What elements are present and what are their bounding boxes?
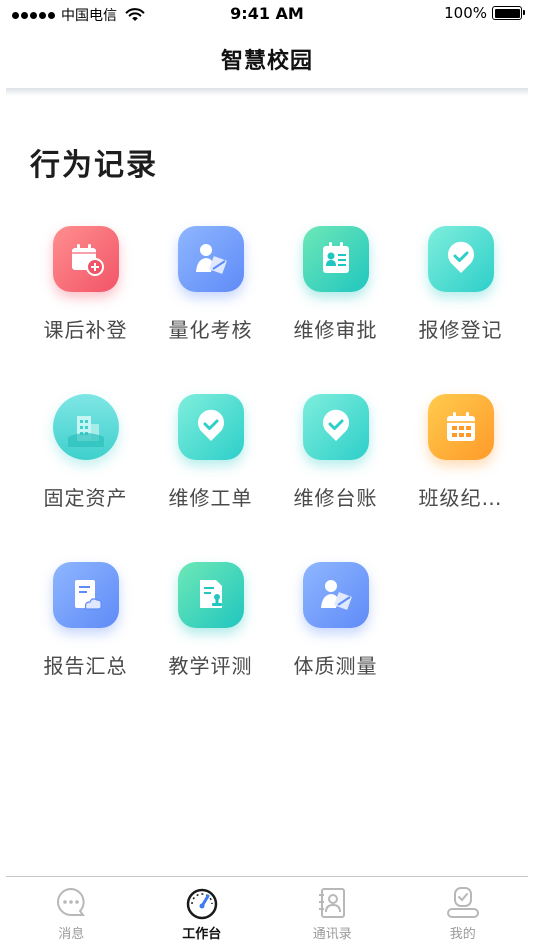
status-right: 100% (444, 4, 525, 22)
page-title: 智慧校园 (220, 49, 313, 74)
tab-workbench[interactable]: 工作台 (137, 877, 268, 950)
person-sign-icon (177, 226, 244, 292)
app-item-report-summary[interactable]: 报告汇总 (23, 558, 148, 693)
tab-label: 通讯录 (312, 927, 352, 942)
chat-bubble-icon (57, 887, 86, 916)
tab-label: 我的 (449, 927, 476, 942)
app-item-repair-approval[interactable]: 维修审批 (273, 222, 398, 357)
app-item-physical-measurement[interactable]: 体质测量 (273, 558, 398, 693)
app-item-label: 课后补登 (43, 318, 128, 342)
app-item-teaching-evaluation[interactable]: 教学评测 (148, 558, 273, 693)
app-item-repair-registration[interactable]: 报修登记 (398, 222, 523, 357)
app-item-label: 量化考核 (168, 318, 253, 342)
app-item-label: 报告汇总 (43, 654, 128, 678)
app-item-label: 教学评测 (168, 654, 253, 678)
calendar-add-icon (52, 226, 119, 292)
app-item-quantitative-assessment[interactable]: 量化考核 (148, 222, 273, 357)
location-check-icon (427, 226, 494, 292)
tab-messages[interactable]: 消息 (6, 877, 137, 950)
app-grid: 课后补登 量化考核 维修审批 报修登记 固定资产 维修工单 维修台账 班级纪… … (0, 222, 534, 693)
app-item-makeup-registration[interactable]: 课后补登 (23, 222, 148, 357)
app-item-fixed-assets[interactable]: 固定资产 (23, 390, 148, 525)
contacts-icon (319, 888, 346, 918)
person-sign-icon (302, 562, 369, 628)
speedometer-icon (186, 888, 217, 920)
app-item-label: 维修审批 (293, 318, 378, 342)
app-item-label: 班级纪… (418, 486, 503, 510)
app-item-label: 维修台账 (293, 486, 378, 510)
document-cloud-icon (52, 562, 119, 628)
user-icon (446, 887, 479, 918)
tab-contacts[interactable]: 通讯录 (267, 877, 398, 950)
app-item-label: 报修登记 (418, 318, 503, 342)
location-check-icon (177, 394, 244, 460)
app-item-label: 固定资产 (43, 486, 128, 510)
tab-mine[interactable]: 我的 (398, 877, 529, 950)
bottom-tab-bar: 消息 工作台 通讯录 我的 (6, 876, 528, 950)
navigation-bar: 智慧校园 (0, 28, 534, 90)
id-card-icon (302, 226, 369, 292)
calendar-grid-icon (427, 394, 494, 460)
app-screen: 中国电信 9:41 AM 100% 智慧校园 行为记录 课后补登 量化考核 维修… (0, 0, 534, 950)
tab-label: 工作台 (182, 927, 222, 942)
building-icon (52, 394, 119, 460)
app-item-repair-ledger[interactable]: 维修台账 (273, 390, 398, 525)
battery-icon (492, 6, 525, 20)
app-item-label: 维修工单 (168, 486, 253, 510)
section-title: 行为记录 (30, 148, 158, 183)
app-item-repair-work-order[interactable]: 维修工单 (148, 390, 273, 525)
navbar-shadow-divider (6, 88, 528, 96)
status-bar: 中国电信 9:41 AM 100% (0, 0, 534, 28)
tab-label: 消息 (58, 927, 85, 942)
app-item-class-discipline[interactable]: 班级纪… (398, 390, 523, 525)
app-item-label: 体质测量 (293, 654, 378, 678)
battery-percent: 100% (444, 4, 487, 22)
document-stamp-icon (177, 562, 244, 628)
location-check-icon (302, 394, 369, 460)
